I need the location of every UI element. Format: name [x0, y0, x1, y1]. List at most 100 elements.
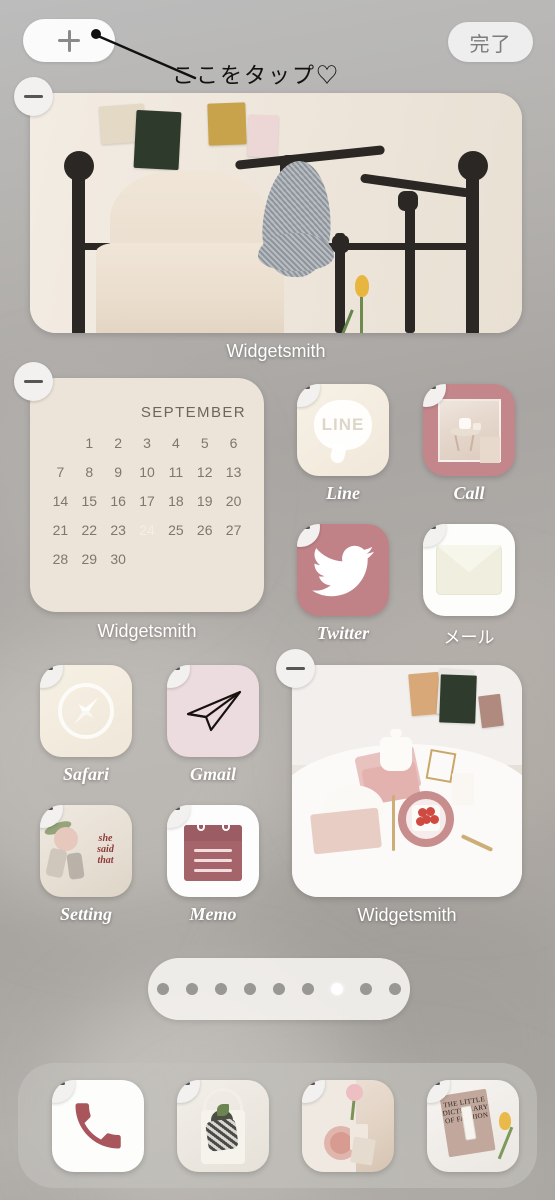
widget-label: Widgetsmith — [97, 621, 197, 641]
widget-bedroom-photo[interactable]: Widgetsmith — [14, 77, 522, 361]
photo-icon — [177, 1080, 269, 1172]
widget-calendar[interactable]: SEPTEMBER 1 2 3 4 5 6 7 8 9 10 11 12 13 14 15 16 17 18 19 2… — [14, 362, 264, 641]
plus-icon — [58, 29, 80, 52]
app-label: Memo — [189, 904, 237, 924]
app-icon-twitter[interactable]: Twitter — [297, 524, 389, 644]
twitter-bird-glyph — [312, 545, 374, 597]
page-dot[interactable] — [215, 983, 227, 995]
remove-app-badge[interactable] — [40, 665, 63, 688]
calendar-day-cell: 11 — [168, 464, 184, 480]
remove-app-badge[interactable] — [177, 1080, 200, 1103]
widget-photo-surface — [30, 93, 522, 333]
page-dot[interactable] — [360, 983, 372, 995]
app-icon-memo[interactable]: Memo — [167, 805, 259, 925]
calendar-day-cell: 26 — [196, 522, 213, 538]
app-icon-setting[interactable]: she said that Setting — [40, 805, 132, 925]
app-icon-gmail[interactable]: Gmail — [167, 665, 259, 785]
calendar-day-cell: 14 — [52, 493, 69, 509]
notepad-icon — [167, 805, 259, 897]
envelope-glyph — [436, 545, 502, 595]
app-label: Call — [453, 483, 485, 503]
calendar-day-cell: 28 — [52, 551, 69, 567]
remove-app-badge[interactable] — [167, 665, 190, 688]
page-dot[interactable] — [302, 983, 314, 995]
remove-widget-badge[interactable] — [14, 362, 53, 401]
page-dot[interactable] — [273, 983, 285, 995]
calendar-day-cell: 2 — [114, 435, 123, 451]
calendar-day-cell: 29 — [81, 551, 98, 567]
dock: THE LITTLE DICTIONARY OF FASHION — [18, 1063, 537, 1188]
page-dot[interactable] — [244, 983, 256, 995]
line-bubble-label: LINE — [314, 400, 372, 450]
calendar-blank-cell — [46, 433, 75, 453]
photo-icon — [302, 1080, 394, 1172]
calendar-day-cell: 10 — [139, 464, 155, 480]
phone-handset-icon — [52, 1080, 144, 1172]
page-dot-active[interactable] — [331, 983, 343, 995]
page-dot[interactable] — [389, 983, 401, 995]
paper-plane-glyph — [186, 690, 242, 732]
app-icon-line[interactable]: LINE Line — [297, 384, 389, 504]
setting-photo-caption: she said that — [97, 833, 114, 866]
photo-icon: she said that — [40, 805, 132, 897]
dock-icon-bag-photo[interactable] — [177, 1080, 269, 1172]
calendar-day-cell: 30 — [110, 551, 126, 567]
calendar-day-cell: 21 — [52, 522, 69, 538]
call-icon: a Table — [423, 384, 515, 476]
calendar-day-cell: 12 — [196, 464, 213, 480]
page-indicator[interactable] — [148, 958, 410, 1020]
widget-label: Widgetsmith — [357, 905, 457, 925]
page-dot[interactable] — [186, 983, 198, 995]
app-icon-call[interactable]: a Table Call — [423, 384, 515, 504]
widget-dessert-photo[interactable]: Widgetsmith — [276, 649, 522, 925]
calendar-day-cell: 19 — [196, 493, 213, 509]
remove-widget-badge[interactable] — [276, 649, 315, 688]
calendar-day-cell: 25 — [168, 522, 184, 538]
calendar-day-cell: 1 — [85, 435, 94, 451]
photo-icon: THE LITTLE DICTIONARY OF FASHION — [427, 1080, 519, 1172]
calendar-day-cell: 7 — [56, 464, 65, 480]
calendar-surface: SEPTEMBER 1 2 3 4 5 6 7 8 9 10 11 12 13 14 15 16 17 18 19 2… — [30, 378, 264, 612]
line-icon: LINE — [297, 384, 389, 476]
envelope-icon — [423, 524, 515, 616]
calendar-day-cell: 3 — [143, 435, 151, 451]
calendar-day-cell: 27 — [225, 522, 242, 538]
calendar-day-cell: 23 — [110, 522, 126, 538]
calendar-day-cell: 22 — [81, 522, 98, 538]
app-label: Safari — [62, 764, 109, 784]
remove-app-badge[interactable] — [423, 524, 446, 547]
calendar-day-cell: 8 — [85, 464, 94, 480]
widget-photo-surface — [292, 665, 522, 897]
phone-handset-glyph — [75, 1103, 121, 1149]
calendar-day-today: 24 — [133, 520, 162, 540]
remove-widget-badge[interactable] — [14, 77, 53, 116]
widget-label: Widgetsmith — [226, 341, 326, 361]
app-icon-mail[interactable]: メール — [423, 524, 515, 648]
calendar-grid: 1 2 3 4 5 6 7 8 9 10 11 12 13 14 15 16 17 18 19 20 21 22 23 24 2… — [46, 433, 248, 569]
page-dot[interactable] — [157, 983, 169, 995]
app-label: Twitter — [316, 623, 370, 643]
dock-icon-book-photo[interactable]: THE LITTLE DICTIONARY OF FASHION — [427, 1080, 519, 1172]
calendar-day-cell: 5 — [200, 435, 209, 451]
calendar-month-label: SEPTEMBER — [140, 404, 246, 421]
compass-icon — [40, 665, 132, 757]
twitter-bird-icon — [297, 524, 389, 616]
app-label: Gmail — [189, 764, 236, 784]
edit-mode-toolbar: ここをタップ♡ 完了 — [0, 0, 555, 88]
app-icon-safari[interactable]: Safari — [40, 665, 132, 785]
calendar-day-cell: 9 — [114, 464, 123, 480]
app-label: メール — [443, 628, 495, 647]
calendar-day-cell: 4 — [171, 435, 180, 451]
calendar-day-cell: 18 — [168, 493, 184, 509]
remove-app-badge[interactable] — [297, 384, 320, 407]
paper-plane-icon — [167, 665, 259, 757]
calendar-day-cell: 17 — [139, 493, 155, 509]
dock-icon-phone[interactable] — [52, 1080, 144, 1172]
app-label: Setting — [59, 904, 112, 924]
calendar-day-cell: 13 — [225, 464, 242, 480]
done-button[interactable]: 完了 — [448, 22, 533, 62]
call-photo — [438, 399, 501, 463]
calendar-day-cell: 15 — [81, 493, 98, 509]
dock-icon-perfume-photo[interactable] — [302, 1080, 394, 1172]
calendar-day-cell: 16 — [110, 493, 126, 509]
